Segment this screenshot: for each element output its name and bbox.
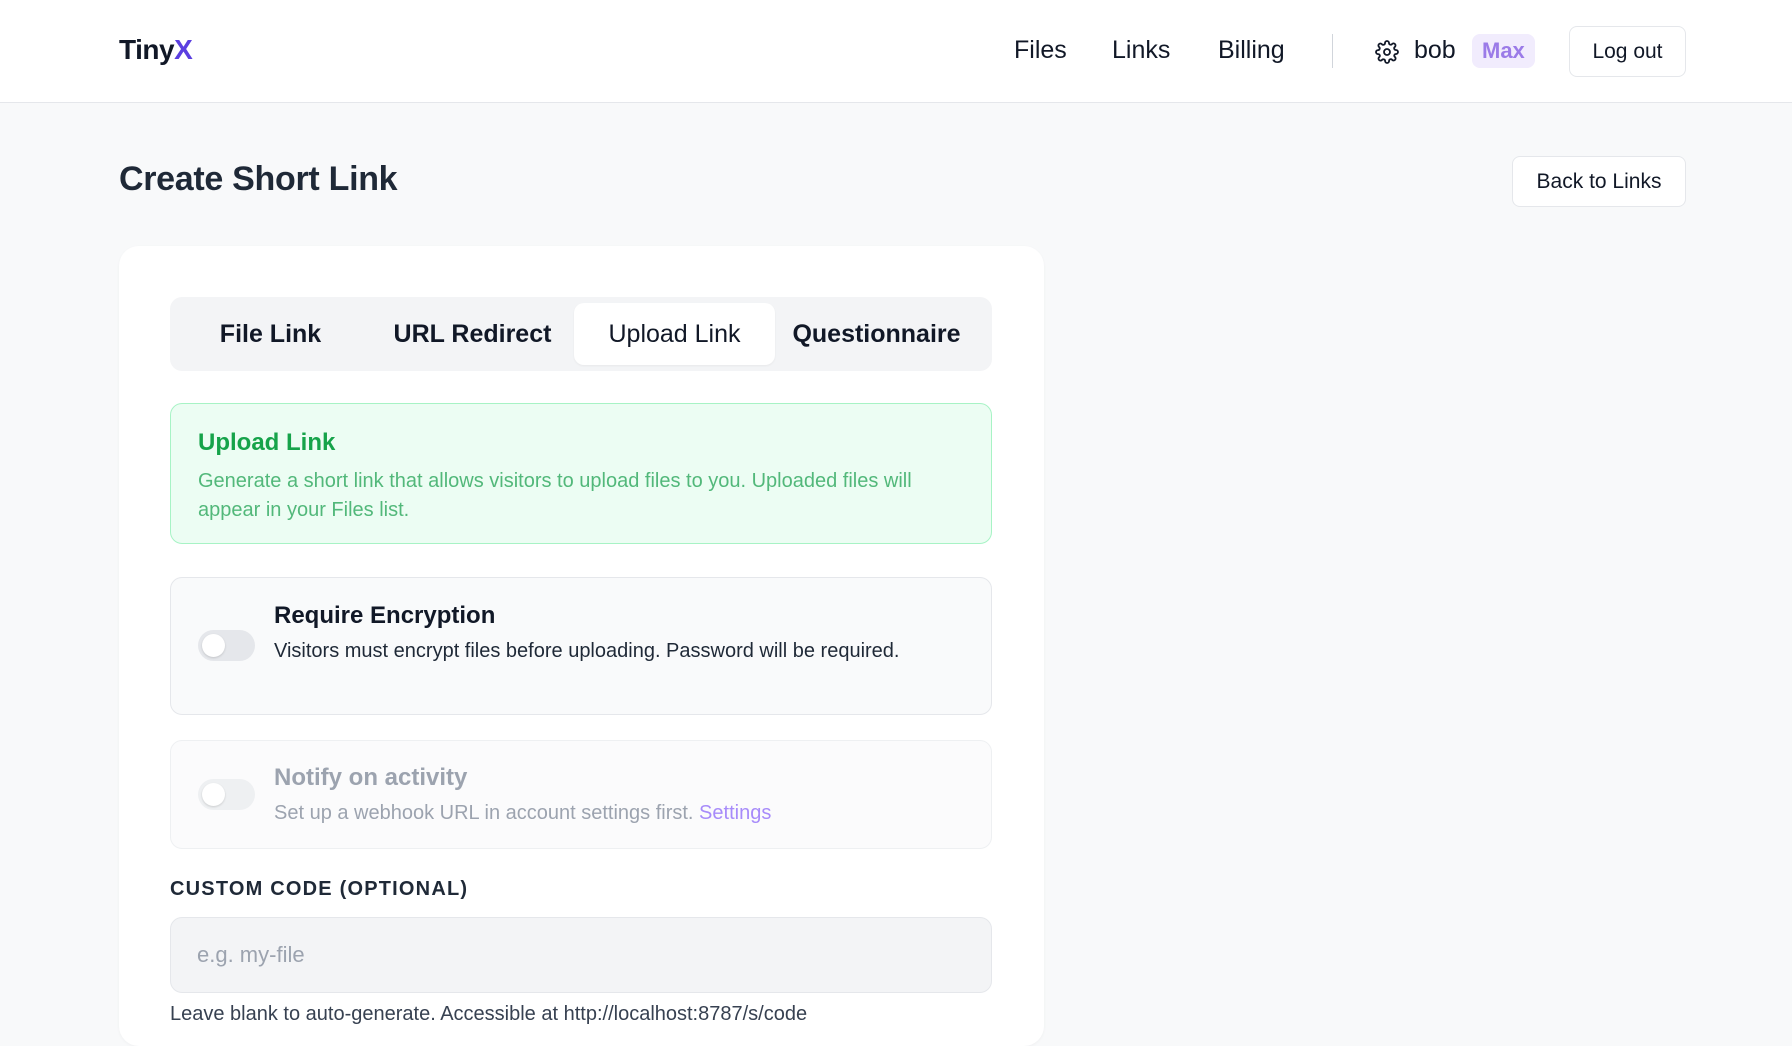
logo-accent: X bbox=[174, 34, 193, 65]
back-to-links-button[interactable]: Back to Links bbox=[1512, 156, 1686, 207]
tab-upload-link[interactable]: Upload Link bbox=[574, 303, 775, 365]
notify-activity-description: Set up a webhook URL in account settings… bbox=[274, 799, 954, 828]
nav-divider bbox=[1332, 34, 1333, 68]
custom-code-input[interactable] bbox=[170, 917, 992, 993]
nav-files[interactable]: Files bbox=[1014, 36, 1067, 65]
link-type-tabs: File Link URL Redirect Upload Link Quest… bbox=[170, 297, 992, 371]
tab-file-link[interactable]: File Link bbox=[170, 303, 371, 365]
tab-questionnaire[interactable]: Questionnaire bbox=[776, 303, 977, 365]
logout-button[interactable]: Log out bbox=[1569, 26, 1686, 77]
notify-activity-title: Notify on activity bbox=[274, 764, 468, 791]
notify-activity-text: Set up a webhook URL in account settings… bbox=[274, 802, 694, 824]
logo-text: Tiny bbox=[119, 34, 175, 65]
nav-links[interactable]: Links bbox=[1112, 36, 1170, 65]
notify-activity-toggle bbox=[198, 779, 255, 810]
gear-icon[interactable] bbox=[1375, 40, 1399, 64]
custom-code-label: CUSTOM CODE (OPTIONAL) bbox=[170, 878, 469, 900]
require-encryption-description: Visitors must encrypt files before uploa… bbox=[274, 640, 900, 662]
notify-activity-option: Notify on activity Set up a webhook URL … bbox=[170, 740, 992, 849]
require-encryption-title: Require Encryption bbox=[274, 602, 496, 629]
tab-url-redirect[interactable]: URL Redirect bbox=[372, 303, 573, 365]
custom-code-help: Leave blank to auto-generate. Accessible… bbox=[170, 1003, 808, 1025]
upload-link-info: Upload Link Generate a short link that a… bbox=[170, 403, 992, 544]
require-encryption-toggle[interactable] bbox=[198, 630, 255, 661]
create-link-card: File Link URL Redirect Upload Link Quest… bbox=[119, 246, 1044, 1046]
require-encryption-option: Require Encryption Visitors must encrypt… bbox=[170, 577, 992, 715]
page-title: Create Short Link bbox=[119, 160, 398, 198]
settings-link[interactable]: Settings bbox=[699, 802, 771, 824]
plan-badge: Max bbox=[1472, 34, 1535, 68]
top-navbar: TinyX Files Links Billing bob Max Log ou… bbox=[0, 0, 1792, 103]
nav-billing[interactable]: Billing bbox=[1218, 36, 1285, 65]
info-description: Generate a short link that allows visito… bbox=[198, 470, 912, 521]
info-title: Upload Link bbox=[198, 429, 336, 456]
logo[interactable]: TinyX bbox=[119, 34, 193, 66]
username[interactable]: bob bbox=[1414, 36, 1456, 65]
